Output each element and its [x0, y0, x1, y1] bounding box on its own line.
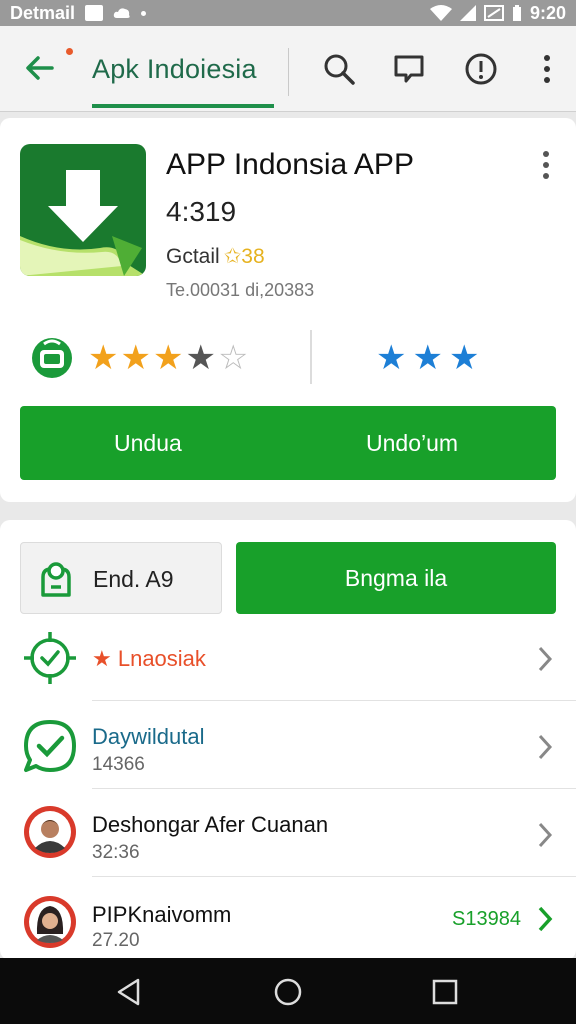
- list-item-title: ★ Lnaosiak: [92, 646, 206, 672]
- chevron-right-icon: [538, 734, 553, 760]
- user-lock-icon: [41, 562, 71, 597]
- rating-badge-icon: [32, 338, 72, 378]
- chevron-right-icon: [538, 646, 553, 672]
- end-version-label: End. A9: [93, 566, 174, 592]
- list-item[interactable]: Daywildutal 14366: [0, 704, 576, 790]
- nav-recents-icon[interactable]: [430, 977, 460, 1007]
- data-icon: [483, 5, 504, 21]
- overflow-menu-icon[interactable]: [530, 52, 564, 86]
- secondary-rating-stars: ★ ★ ★: [376, 338, 479, 378]
- rating-row: ★ ★ ★ ★ ☆ ★ ★ ★: [30, 330, 560, 390]
- app-meta: Te.00031 di,20383: [166, 280, 315, 300]
- wifi-icon: [429, 5, 452, 21]
- star-full-icon: ★: [120, 339, 151, 377]
- app-developer[interactable]: Gctail ✩38: [166, 244, 265, 269]
- chevron-right-icon: [538, 906, 553, 932]
- notification-dot-icon: [66, 48, 73, 55]
- list-item[interactable]: PIPKnaivomm 27.20 S13984: [0, 880, 576, 966]
- download-button-right-label: Undo’um: [366, 430, 459, 456]
- star-full-icon: ★: [152, 339, 184, 377]
- chat-check-icon: [24, 720, 76, 772]
- end-version-box[interactable]: End. A9: [20, 542, 222, 614]
- list-item-title: Daywildutal: [92, 724, 205, 749]
- app-detail-card: APP Indonsia APP 4:319 Gctail ✩38 Te.000…: [0, 118, 576, 502]
- card-overflow-menu-icon[interactable]: [534, 148, 558, 182]
- star-orange-icon: ★: [92, 646, 118, 671]
- search-icon[interactable]: [322, 52, 356, 86]
- list-item-title: PIPKnaivomm: [92, 902, 232, 927]
- avatar-man-icon: [24, 806, 76, 858]
- nav-home-icon[interactable]: [273, 977, 303, 1007]
- target-check-icon: [24, 632, 76, 684]
- list-item-subtitle: 14366: [92, 754, 145, 775]
- rating-stars: ★ ★ ★ ★ ☆: [88, 338, 248, 378]
- download-button-left-label: Undua: [114, 430, 182, 456]
- star-blue-icon: ★: [376, 339, 407, 377]
- divider: [310, 330, 312, 384]
- star-blue-icon: ★: [448, 339, 480, 377]
- message-icon[interactable]: [392, 52, 426, 86]
- star-full-icon: ★: [88, 339, 119, 377]
- divider: [92, 788, 576, 789]
- info-icon[interactable]: [464, 52, 498, 86]
- cloud-icon: [113, 8, 130, 18]
- divider: [288, 48, 289, 96]
- app-bar: Apk Indoiesia: [0, 26, 576, 112]
- list-item[interactable]: ★ Lnaosiak: [0, 616, 576, 702]
- info-list-card: End. A9 Bngma ila ★ Lnaosiak Daywildutal…: [0, 520, 576, 960]
- system-nav-bar: [0, 958, 576, 1024]
- list-item-title: Deshongar Afer Cuanan: [92, 812, 329, 837]
- app-version: 4:319: [166, 196, 237, 227]
- divider: [92, 876, 576, 877]
- list-item[interactable]: Deshongar Afer Cuanan 32:36: [0, 792, 576, 878]
- developer-name: Gctail: [166, 244, 220, 268]
- chevron-right-icon: [538, 822, 553, 848]
- list-item-title-text: Lnaosiak: [117, 646, 206, 671]
- back-arrow-icon[interactable]: [22, 50, 58, 86]
- clock: 9:20: [529, 2, 566, 23]
- notification-dot-icon: [141, 10, 147, 16]
- star-empty-icon: ☆: [217, 339, 249, 377]
- star-full-icon: ★: [185, 339, 216, 377]
- developer-badge: ✩38: [223, 245, 265, 268]
- image-icon: [85, 5, 104, 21]
- app-bar-title: Apk Indoiesia: [92, 54, 257, 84]
- list-item-price: S13984: [452, 908, 521, 930]
- battery-icon: [512, 5, 521, 21]
- list-item-subtitle: 27.20: [92, 930, 140, 951]
- download-button[interactable]: Undua Undo’um: [20, 406, 556, 480]
- app-name: APP Indonsia APP: [166, 148, 414, 181]
- primary-action-button[interactable]: Bngma ila: [236, 542, 556, 614]
- avatar-woman-icon: [24, 896, 76, 948]
- carrier-label: Detmail: [10, 2, 76, 23]
- active-tab-indicator: [92, 104, 274, 108]
- list-item-subtitle: 32:36: [92, 842, 140, 863]
- divider: [92, 700, 576, 701]
- app-logo-icon: [20, 144, 146, 276]
- nav-back-icon[interactable]: [114, 977, 144, 1007]
- status-bar: Detmail 9:20: [0, 0, 576, 26]
- signal-icon: [459, 5, 476, 21]
- star-blue-icon: ★: [412, 339, 443, 377]
